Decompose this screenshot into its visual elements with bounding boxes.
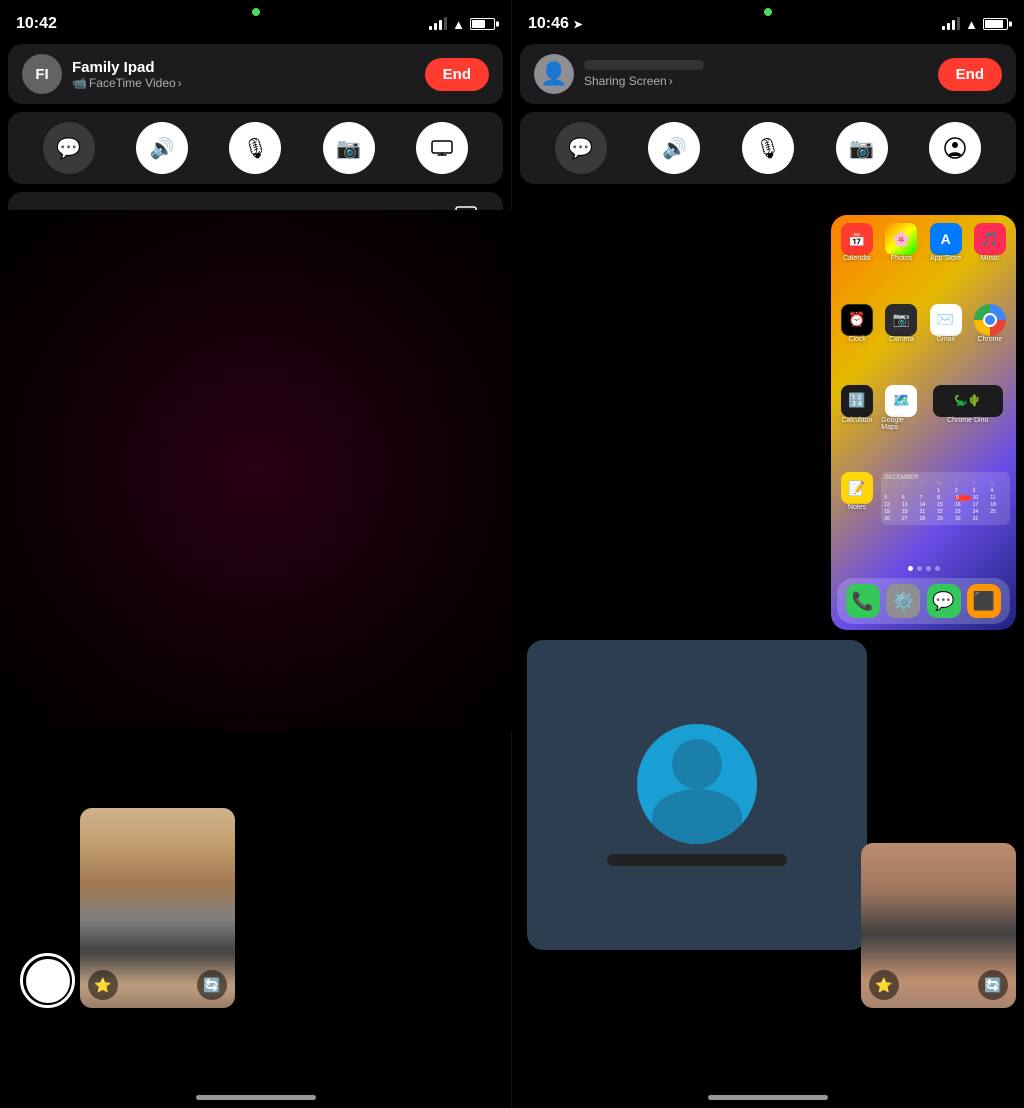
mic-button-left[interactable]: 🎙 (229, 122, 281, 174)
caller-avatar-left: FI (22, 54, 62, 94)
camera-flip-button-right[interactable]: 🔄 (978, 970, 1008, 1000)
battery-icon-right (983, 18, 1008, 30)
favorite-button-left[interactable]: ⭐ (88, 970, 118, 1000)
app-music: 🎵 Music (970, 223, 1010, 300)
call-controls-left: 💬 🔊 🎙 📷 (8, 112, 503, 184)
caller-sub-right: Sharing Screen › (584, 74, 704, 88)
portrait-button-right[interactable] (929, 122, 981, 174)
app-photos: 🌸 Photos (881, 223, 921, 300)
wifi-icon-left: ▲ (452, 17, 465, 32)
thumbnail-controls-right: ⭐ 🔄 (861, 970, 1016, 1000)
call-controls-right: 💬 🔊 🎙 📷 (520, 112, 1016, 184)
mic-button-right[interactable]: 🎙 (742, 122, 794, 174)
app-gmail: ✉️ Gmail (926, 304, 966, 381)
end-button-left[interactable]: End (425, 58, 489, 91)
speaker-button-right[interactable]: 🔊 (648, 122, 700, 174)
app-calculator: 🔢 Calculator (837, 385, 877, 469)
record-button[interactable] (20, 953, 75, 1008)
caller-details-right: Sharing Screen › (584, 60, 704, 88)
page-dots (831, 563, 1016, 574)
status-bar-right: 10:46 ➤ ▲ (512, 0, 1024, 44)
caller-details-left: Family Ipad 📹 FaceTime Video › (72, 59, 182, 90)
signal-icon-right (942, 18, 960, 30)
avatar-circle (637, 724, 757, 844)
avatar-card (527, 640, 867, 950)
call-header-left: FI Family Ipad 📹 FaceTime Video › End (8, 44, 503, 104)
caller-sub-left: 📹 FaceTime Video › (72, 76, 182, 90)
screen-share-button-left[interactable] (416, 122, 468, 174)
wifi-icon-right: ▲ (965, 17, 978, 32)
call-header-right: 👤 Sharing Screen › End (520, 44, 1016, 104)
end-button-right[interactable]: End (938, 58, 1002, 91)
message-button-left[interactable]: 💬 (43, 122, 95, 174)
location-arrow-icon: ➤ (573, 19, 582, 31)
dock-phone: 📞 (846, 584, 880, 618)
time-right: 10:46 ➤ (528, 15, 583, 33)
battery-icon-left (470, 18, 495, 30)
record-inner (26, 959, 70, 1003)
thumbnail-right: ⭐ 🔄 (861, 843, 1016, 1008)
thumbnail-left: ⭐ 🔄 (80, 808, 235, 1008)
status-dot-right (764, 8, 772, 16)
time-left: 10:42 (16, 15, 57, 33)
chrome-dino-widget: 🦕🌵 Chrome Dino (926, 385, 1011, 469)
call-info-left: FI Family Ipad 📹 FaceTime Video › (22, 54, 182, 94)
app-notes: 📝 Notes (837, 472, 877, 563)
home-indicator-left (196, 1095, 316, 1100)
calendar-widget-right: DECEMBER SMTWTFS 1234 567891011 12131415… (881, 472, 1010, 563)
right-panel: 10:46 ➤ ▲ 👤 Sharing Screen › End (512, 0, 1024, 1108)
status-icons-right: ▲ (942, 17, 1008, 32)
app-camera: 📷 Camera (881, 304, 921, 381)
app-appstore: A App Store (926, 223, 966, 300)
ios-dock: 📞 ⚙️ 💬 ⬛ (837, 578, 1010, 624)
call-info-right: 👤 Sharing Screen › (534, 54, 704, 94)
camera-flip-button-left[interactable]: 🔄 (197, 970, 227, 1000)
left-panel: 10:42 ▲ FI Family Ipad 📹 FaceTime Video … (0, 0, 512, 1108)
app-clock: ⏰ Clock (837, 304, 877, 381)
camera-button-right[interactable]: 📷 (836, 122, 888, 174)
facetime-icon-left: 📹 (72, 76, 87, 90)
message-button-right[interactable]: 💬 (555, 122, 607, 174)
ios-screen-preview: 📅 Calendar 🌸 Photos A App Store 🎵 Music (831, 215, 1016, 630)
avatar-body (652, 789, 742, 844)
caller-avatar-right: 👤 (534, 54, 574, 94)
app-calendar: 📅 Calendar (837, 223, 877, 300)
home-indicator-right (708, 1095, 828, 1100)
speaker-button-left[interactable]: 🔊 (136, 122, 188, 174)
avatar-head (672, 739, 722, 789)
caller-name-left: Family Ipad (72, 59, 182, 76)
dock-settings: ⚙️ (886, 584, 920, 618)
status-icons-left: ▲ (429, 17, 495, 32)
video-area-left (0, 210, 512, 730)
status-bar-left: 10:42 ▲ (0, 0, 511, 44)
camera-button-left[interactable]: 📷 (323, 122, 375, 174)
avatar-name-bar (607, 854, 787, 866)
dock-widgetsmith: ⬛ (967, 584, 1001, 618)
app-maps: 🗺️ Google Maps (881, 385, 921, 469)
app-chrome: Chrome (970, 304, 1010, 381)
signal-icon-left (429, 18, 447, 30)
status-dot-left (252, 8, 260, 16)
thumbnail-controls-left: ⭐ 🔄 (80, 970, 235, 1000)
dock-messages: 💬 (927, 584, 961, 618)
favorite-button-right[interactable]: ⭐ (869, 970, 899, 1000)
